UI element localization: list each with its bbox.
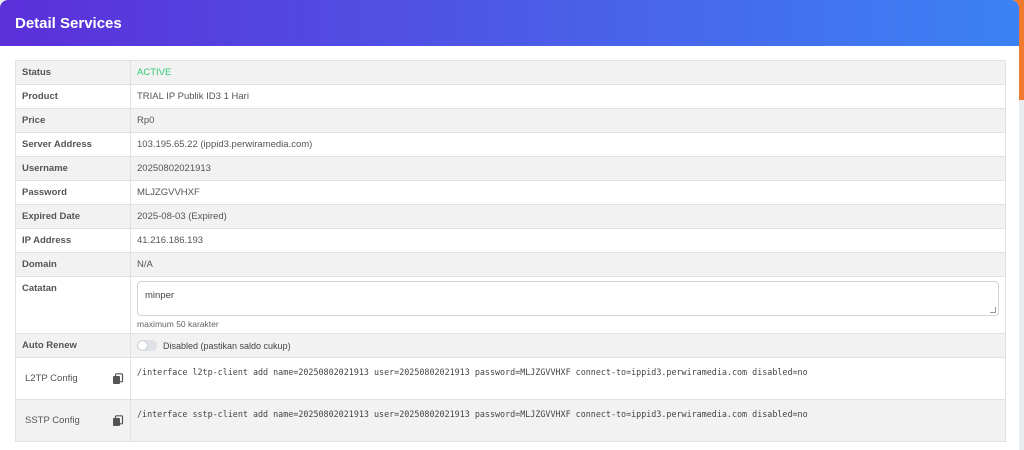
- table-row-sstp-config: SSTP Config /interface sstp-client add n…: [15, 399, 1006, 442]
- table-row-product: Product TRIAL IP Publik ID3 1 Hari: [15, 84, 1006, 109]
- product-value: TRIAL IP Publik ID3 1 Hari: [130, 84, 1006, 109]
- l2tp-config-label: L2TP Config: [25, 373, 78, 384]
- table-row-l2tp-config: L2TP Config /interface l2tp-client add n…: [15, 357, 1006, 400]
- sstp-config-value: /interface sstp-client add name=20250802…: [130, 399, 1006, 442]
- domain-value: N/A: [130, 252, 1006, 277]
- ip-address-label: IP Address: [15, 228, 131, 253]
- notes-text: minper: [145, 289, 175, 301]
- price-value: Rp0: [130, 108, 1006, 133]
- details-table: Status ACTIVE Product TRIAL IP Publik ID…: [15, 60, 1006, 442]
- detail-services-card: Detail Services Status ACTIVE Product TR…: [0, 0, 1019, 450]
- status-value: ACTIVE: [130, 60, 1006, 85]
- notes-cell: minper maximum 50 karakter: [130, 276, 1006, 334]
- auto-renew-cell: Disabled (pastikan saldo cukup): [130, 333, 1006, 358]
- l2tp-label-wrap: L2TP Config: [16, 372, 130, 385]
- toggle-knob: [138, 341, 147, 350]
- table-row-auto-renew: Auto Renew Disabled (pastikan saldo cuku…: [15, 333, 1006, 358]
- table-row-server-address: Server Address 103.195.65.22 (ippid3.per…: [15, 132, 1006, 157]
- auto-renew-status-text: Disabled (pastikan saldo cukup): [163, 340, 291, 351]
- password-label: Password: [15, 180, 131, 205]
- table-row-notes: Catatan minper maximum 50 karakter: [15, 276, 1006, 334]
- status-label: Status: [15, 60, 131, 85]
- domain-label: Domain: [15, 252, 131, 277]
- notes-textarea[interactable]: minper: [137, 280, 999, 316]
- sstp-label-cell: SSTP Config: [15, 399, 131, 442]
- table-row-status: Status ACTIVE: [15, 60, 1006, 85]
- ip-address-value: 41.216.186.193: [130, 228, 1006, 253]
- resize-grip-icon[interactable]: [990, 306, 996, 313]
- expired-date-label: Expired Date: [15, 204, 131, 229]
- table-row-price: Price Rp0: [15, 108, 1006, 133]
- sstp-label-wrap: SSTP Config: [16, 414, 130, 427]
- l2tp-config-value: /interface l2tp-client add name=20250802…: [130, 357, 1006, 400]
- table-row-ip-address: IP Address 41.216.186.193: [15, 228, 1006, 253]
- card-header: Detail Services: [0, 0, 1019, 46]
- notes-label: Catatan: [15, 276, 131, 334]
- table-row-domain: Domain N/A: [15, 252, 1006, 277]
- sstp-config-label: SSTP Config: [25, 415, 80, 426]
- table-row-password: Password MLJZGVVHXF: [15, 180, 1006, 205]
- table-row-expired-date: Expired Date 2025-08-03 (Expired): [15, 204, 1006, 229]
- auto-renew-toggle[interactable]: [137, 340, 157, 351]
- notes-hint: maximum 50 karakter: [137, 318, 219, 329]
- username-value: 20250802021913: [130, 156, 1006, 181]
- page-title: Detail Services: [15, 14, 122, 32]
- auto-renew-control: Disabled (pastikan saldo cukup): [137, 340, 999, 351]
- card-body: Status ACTIVE Product TRIAL IP Publik ID…: [0, 46, 1019, 442]
- price-label: Price: [15, 108, 131, 133]
- username-label: Username: [15, 156, 131, 181]
- server-address-value: 103.195.65.22 (ippid3.perwiramedia.com): [130, 132, 1006, 157]
- copy-icon[interactable]: [112, 414, 124, 427]
- table-row-username: Username 20250802021913: [15, 156, 1006, 181]
- server-address-label: Server Address: [15, 132, 131, 157]
- copy-icon[interactable]: [112, 372, 124, 385]
- auto-renew-label: Auto Renew: [15, 333, 131, 358]
- expired-date-value: 2025-08-03 (Expired): [130, 204, 1006, 229]
- l2tp-label-cell: L2TP Config: [15, 357, 131, 400]
- password-value: MLJZGVVHXF: [130, 180, 1006, 205]
- product-label: Product: [15, 84, 131, 109]
